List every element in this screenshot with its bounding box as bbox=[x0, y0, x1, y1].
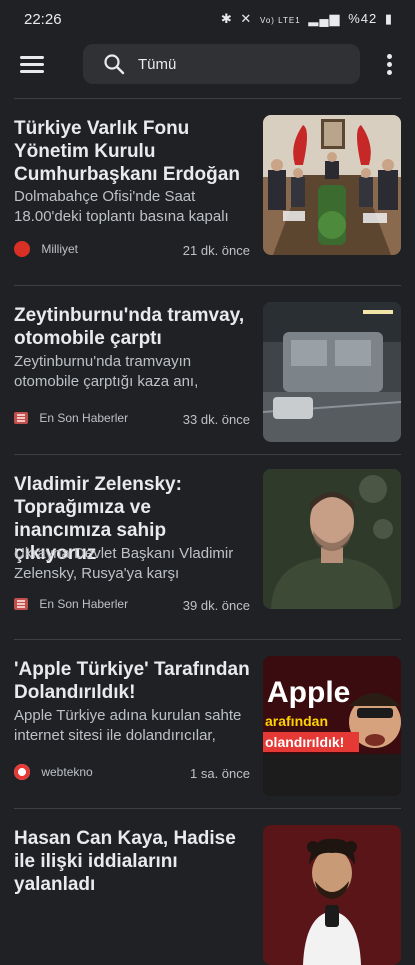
article-source: webtekno bbox=[14, 764, 93, 784]
article-snippet: Apple Türkiye adına kurulan sahte intern… bbox=[14, 707, 242, 744]
article-thumbnail[interactable] bbox=[263, 825, 401, 965]
article-thumbnail[interactable]: Apple arafından olandırıldık! bbox=[263, 656, 401, 796]
article-thumbnail[interactable] bbox=[263, 115, 401, 255]
article-thumbnail[interactable] bbox=[263, 469, 401, 609]
hasan-can-kaya-photo bbox=[263, 825, 401, 965]
article-thumbnail[interactable] bbox=[263, 302, 401, 442]
thumb-text-line2: arafından bbox=[265, 713, 328, 729]
article-time: 33 dk. önce bbox=[182, 412, 250, 427]
article-title[interactable]: Zeytinburnu'nda tramvay, otomobile çarpt… bbox=[14, 304, 250, 350]
article-snippet: Ukrayna Devlet Başkanı Vladimir Zelensky… bbox=[14, 545, 234, 582]
article-source: Milliyet bbox=[14, 241, 78, 261]
network-label: Vo) LTE1 bbox=[259, 16, 301, 25]
article-snippet: Zeytinburnu'nda tramvayın otomobile çarp… bbox=[14, 353, 199, 390]
article-snippet: Dolmabahçe Ofisi'nde Saat 18.00'deki top… bbox=[14, 188, 229, 225]
top-bar: Tümü bbox=[0, 42, 415, 88]
zelensky-photo bbox=[263, 469, 401, 609]
webtekno-logo-icon bbox=[14, 764, 30, 780]
search-icon bbox=[104, 54, 125, 75]
signal-icon: ▂▄▆ bbox=[308, 11, 341, 26]
article-source: En Son Haberler bbox=[14, 410, 128, 430]
article-card[interactable]: Vladimir Zelensky: Toprağımıza ve inancı… bbox=[0, 455, 415, 639]
meeting-photo bbox=[263, 115, 401, 255]
article-source: En Son Haberler bbox=[14, 596, 128, 616]
tram-photo bbox=[263, 302, 401, 442]
article-time: 1 sa. önce bbox=[190, 766, 250, 781]
article-card[interactable]: Hasan Can Kaya, Hadise ile ilişki iddial… bbox=[0, 809, 415, 965]
thumb-text-line3: olandırıldık! bbox=[265, 734, 344, 750]
more-options-icon[interactable] bbox=[387, 54, 393, 76]
apple-fraud-thumbnail: Apple arafından olandırıldık! bbox=[263, 656, 401, 796]
en-son-haberler-logo-icon bbox=[14, 597, 28, 610]
article-card[interactable]: 'Apple Türkiye' Tarafından Dolandırıldık… bbox=[0, 640, 415, 808]
en-son-haberler-logo-icon bbox=[14, 411, 28, 424]
search-box[interactable]: Tümü bbox=[83, 44, 360, 84]
battery-icon: ▮ bbox=[384, 11, 393, 26]
battery-label: %42 bbox=[348, 11, 378, 26]
status-time: 22:26 bbox=[24, 11, 62, 28]
article-card[interactable]: Zeytinburnu'nda tramvay, otomobile çarpt… bbox=[0, 286, 415, 454]
thumb-text-apple: Apple bbox=[267, 676, 350, 709]
article-title[interactable]: Türkiye Varlık Fonu Yönetim Kurulu Cumhu… bbox=[14, 117, 250, 186]
search-input[interactable]: Tümü bbox=[138, 56, 176, 73]
article-title[interactable]: 'Apple Türkiye' Tarafından Dolandırıldık… bbox=[14, 658, 250, 704]
article-card[interactable]: Türkiye Varlık Fonu Yönetim Kurulu Cumhu… bbox=[0, 99, 415, 285]
mute-icon: ✕ bbox=[240, 11, 253, 26]
article-title[interactable]: Hasan Can Kaya, Hadise ile ilişki iddial… bbox=[14, 827, 250, 896]
bluetooth-icon: ✱ bbox=[220, 11, 233, 26]
status-icons: ✱ ✕ Vo) LTE1 ▂▄▆ %42 ▮ bbox=[218, 11, 393, 27]
article-time: 39 dk. önce bbox=[182, 598, 250, 613]
menu-button[interactable] bbox=[20, 54, 46, 76]
article-time: 21 dk. önce bbox=[182, 243, 250, 258]
status-bar: 22:26 ✱ ✕ Vo) LTE1 ▂▄▆ %42 ▮ bbox=[0, 0, 415, 40]
milliyet-logo-icon bbox=[14, 241, 30, 257]
